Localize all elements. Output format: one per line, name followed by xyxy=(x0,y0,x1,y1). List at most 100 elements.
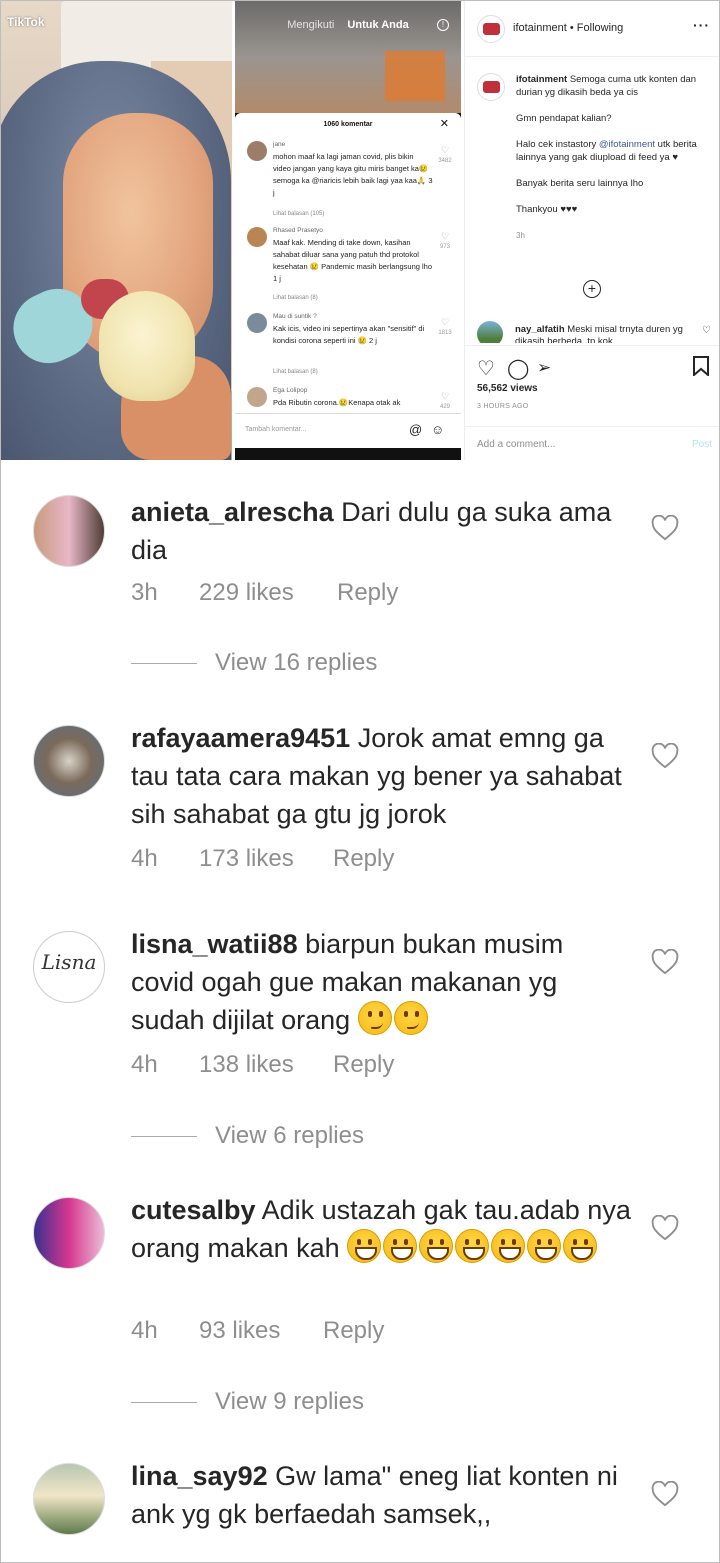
heart-icon[interactable]: ♡ xyxy=(437,317,453,328)
heart-icon[interactable] xyxy=(651,743,679,769)
tiktok-photo: TikTok xyxy=(1,1,232,460)
avatar[interactable] xyxy=(33,725,105,797)
caption-text: Gmn pendapat kalian? xyxy=(516,113,612,124)
comment-time: 4h xyxy=(131,1051,158,1078)
tiktok-comment: Ega Lolipop Pda Ributin corona.😢Kenapa o… xyxy=(247,387,457,413)
like-count: 429 xyxy=(439,404,450,410)
heart-icon[interactable]: ♡ xyxy=(437,145,453,156)
reply-button[interactable]: Reply xyxy=(337,579,398,607)
comment-body: cutesalby Adik ustazah gak tau.adab nya … xyxy=(131,1191,631,1267)
smirk-emoji-icon xyxy=(357,1001,392,1035)
comment-username[interactable]: rafayaamera9451 xyxy=(131,723,350,753)
view-replies-label[interactable]: View 16 replies xyxy=(215,649,377,677)
mention-link[interactable]: @ifotainment xyxy=(599,139,655,150)
close-icon[interactable]: ✕ xyxy=(440,117,449,130)
view-replies-link[interactable]: Lihat balasan (8) xyxy=(273,295,318,301)
comment-placeholder: Tambah komentar... xyxy=(245,426,307,433)
like-count[interactable]: 138 likes xyxy=(199,1051,294,1079)
avatar xyxy=(247,387,267,407)
like-icon[interactable]: ♡ xyxy=(477,356,495,381)
tiktok-comment: Rhased Prasetyo Maaf kak. Mending di tak… xyxy=(247,227,457,307)
avatar xyxy=(247,313,267,333)
tab-following[interactable]: Mengikuti xyxy=(287,19,334,31)
avatar[interactable] xyxy=(33,1463,105,1535)
reply-button[interactable]: Reply xyxy=(323,1317,384,1345)
comment-icon[interactable]: ◯ xyxy=(507,356,529,381)
heart-icon[interactable] xyxy=(651,1215,679,1241)
heart-icon[interactable]: ♡ xyxy=(437,391,453,402)
like-count[interactable]: 173 likes xyxy=(199,845,294,873)
tiktok-comment: jane mohon maaf ka lagi jaman covid, pli… xyxy=(247,141,457,221)
screenshot-frame: TikTok Mengikuti Untuk Anda ! 1060 komen… xyxy=(0,0,720,1563)
grin-emoji-icon xyxy=(347,1229,382,1263)
info-icon[interactable]: ! xyxy=(437,19,449,31)
avatar[interactable] xyxy=(477,321,503,343)
tab-for-you[interactable]: Untuk Anda xyxy=(347,19,408,31)
grin-emoji-icon xyxy=(455,1229,490,1263)
post-actions: ♡ ◯ ➢ 56,562 views 3 HOURS AGO Add a com… xyxy=(465,345,719,461)
view-replies-link[interactable]: Lihat balasan (8) xyxy=(273,369,318,375)
caption-time: 3h xyxy=(516,231,525,240)
share-icon[interactable]: ➢ xyxy=(537,358,551,378)
view-count[interactable]: 56,562 views xyxy=(477,383,538,394)
heart-icon[interactable] xyxy=(651,1481,679,1507)
avatar[interactable] xyxy=(33,1197,105,1269)
reply-button[interactable]: Reply xyxy=(333,1051,394,1079)
comment-username[interactable]: lina_say92 xyxy=(131,1461,268,1491)
more-options-icon[interactable]: ··· xyxy=(693,17,710,33)
avatar xyxy=(247,227,267,247)
grin-emoji-icon xyxy=(419,1229,454,1263)
post-header: ifotainment • Following ··· xyxy=(465,1,719,57)
bookmark-icon[interactable] xyxy=(693,356,709,382)
comment-input[interactable]: Tambah komentar... @ ☺ xyxy=(235,413,461,447)
account-avatar[interactable] xyxy=(477,15,505,43)
grin-emoji-icon xyxy=(491,1229,526,1263)
reply-button[interactable]: Reply xyxy=(333,845,394,873)
heart-icon[interactable]: ♡ xyxy=(437,231,453,242)
post-composite: TikTok Mengikuti Untuk Anda ! 1060 komen… xyxy=(1,1,719,463)
heart-icon[interactable] xyxy=(651,515,679,541)
mention-icon[interactable]: @ xyxy=(409,422,422,437)
like-count: 1813 xyxy=(438,330,452,336)
caption-avatar[interactable] xyxy=(477,73,505,101)
emoji-icon[interactable]: ☺ xyxy=(431,422,444,437)
avatar xyxy=(247,141,267,161)
post-time: 3 HOURS AGO xyxy=(477,403,529,410)
comment-author: jane xyxy=(273,141,286,148)
comment-username[interactable]: lisna_watii88 xyxy=(131,929,298,959)
following-status[interactable]: • Following xyxy=(570,22,623,34)
video-preview xyxy=(235,1,461,113)
add-comment-bar: Add a comment... Post xyxy=(465,426,719,461)
like-count[interactable]: 93 likes xyxy=(199,1317,280,1345)
comment-username[interactable]: anieta_alrescha xyxy=(131,497,334,527)
heart-icon[interactable] xyxy=(651,949,679,975)
grin-emoji-icon xyxy=(563,1229,598,1263)
heart-icon[interactable]: ♡ xyxy=(702,325,711,336)
account-username[interactable]: ifotainment xyxy=(513,22,567,34)
comment-body: lisna_watii88 biarpun bukan musim covid … xyxy=(131,925,631,1039)
avatar[interactable] xyxy=(33,495,105,567)
add-comment-input[interactable]: Add a comment... xyxy=(477,439,555,450)
divider xyxy=(131,1402,197,1403)
view-replies-link[interactable]: Lihat balasan (105) xyxy=(273,211,324,217)
view-replies-label[interactable]: View 9 replies xyxy=(215,1388,364,1416)
avatar-logo-text: Lisna xyxy=(41,950,97,974)
comment-text: Maaf kak. Mending di take down, kasihan … xyxy=(273,238,433,283)
caption-text: Banyak berita seru lainnya lho xyxy=(516,178,644,189)
grin-emoji-icon xyxy=(527,1229,562,1263)
post-button[interactable]: Post xyxy=(692,439,712,450)
tiktok-logo: TikTok xyxy=(7,15,45,29)
tiktok-tabs: Mengikuti Untuk Anda ! xyxy=(235,19,461,31)
comment-sheet: 1060 komentar ✕ jane mohon maaf ka lagi … xyxy=(235,113,461,448)
caption-text: Thankyou ♥♥♥ xyxy=(516,204,578,215)
caption-username[interactable]: ifotainment xyxy=(516,74,567,85)
comment-username[interactable]: cutesalby xyxy=(131,1195,256,1225)
like-count[interactable]: 229 likes xyxy=(199,579,294,607)
comment-time: 4h xyxy=(131,1317,158,1344)
load-more-icon[interactable]: + xyxy=(583,280,601,298)
view-replies-label[interactable]: View 6 replies xyxy=(215,1122,364,1150)
comment-author[interactable]: nay_alfatih xyxy=(515,324,565,335)
smirk-emoji-icon xyxy=(393,1001,428,1035)
comment-time: 3h xyxy=(131,579,158,606)
avatar[interactable]: Lisna xyxy=(33,931,105,1003)
